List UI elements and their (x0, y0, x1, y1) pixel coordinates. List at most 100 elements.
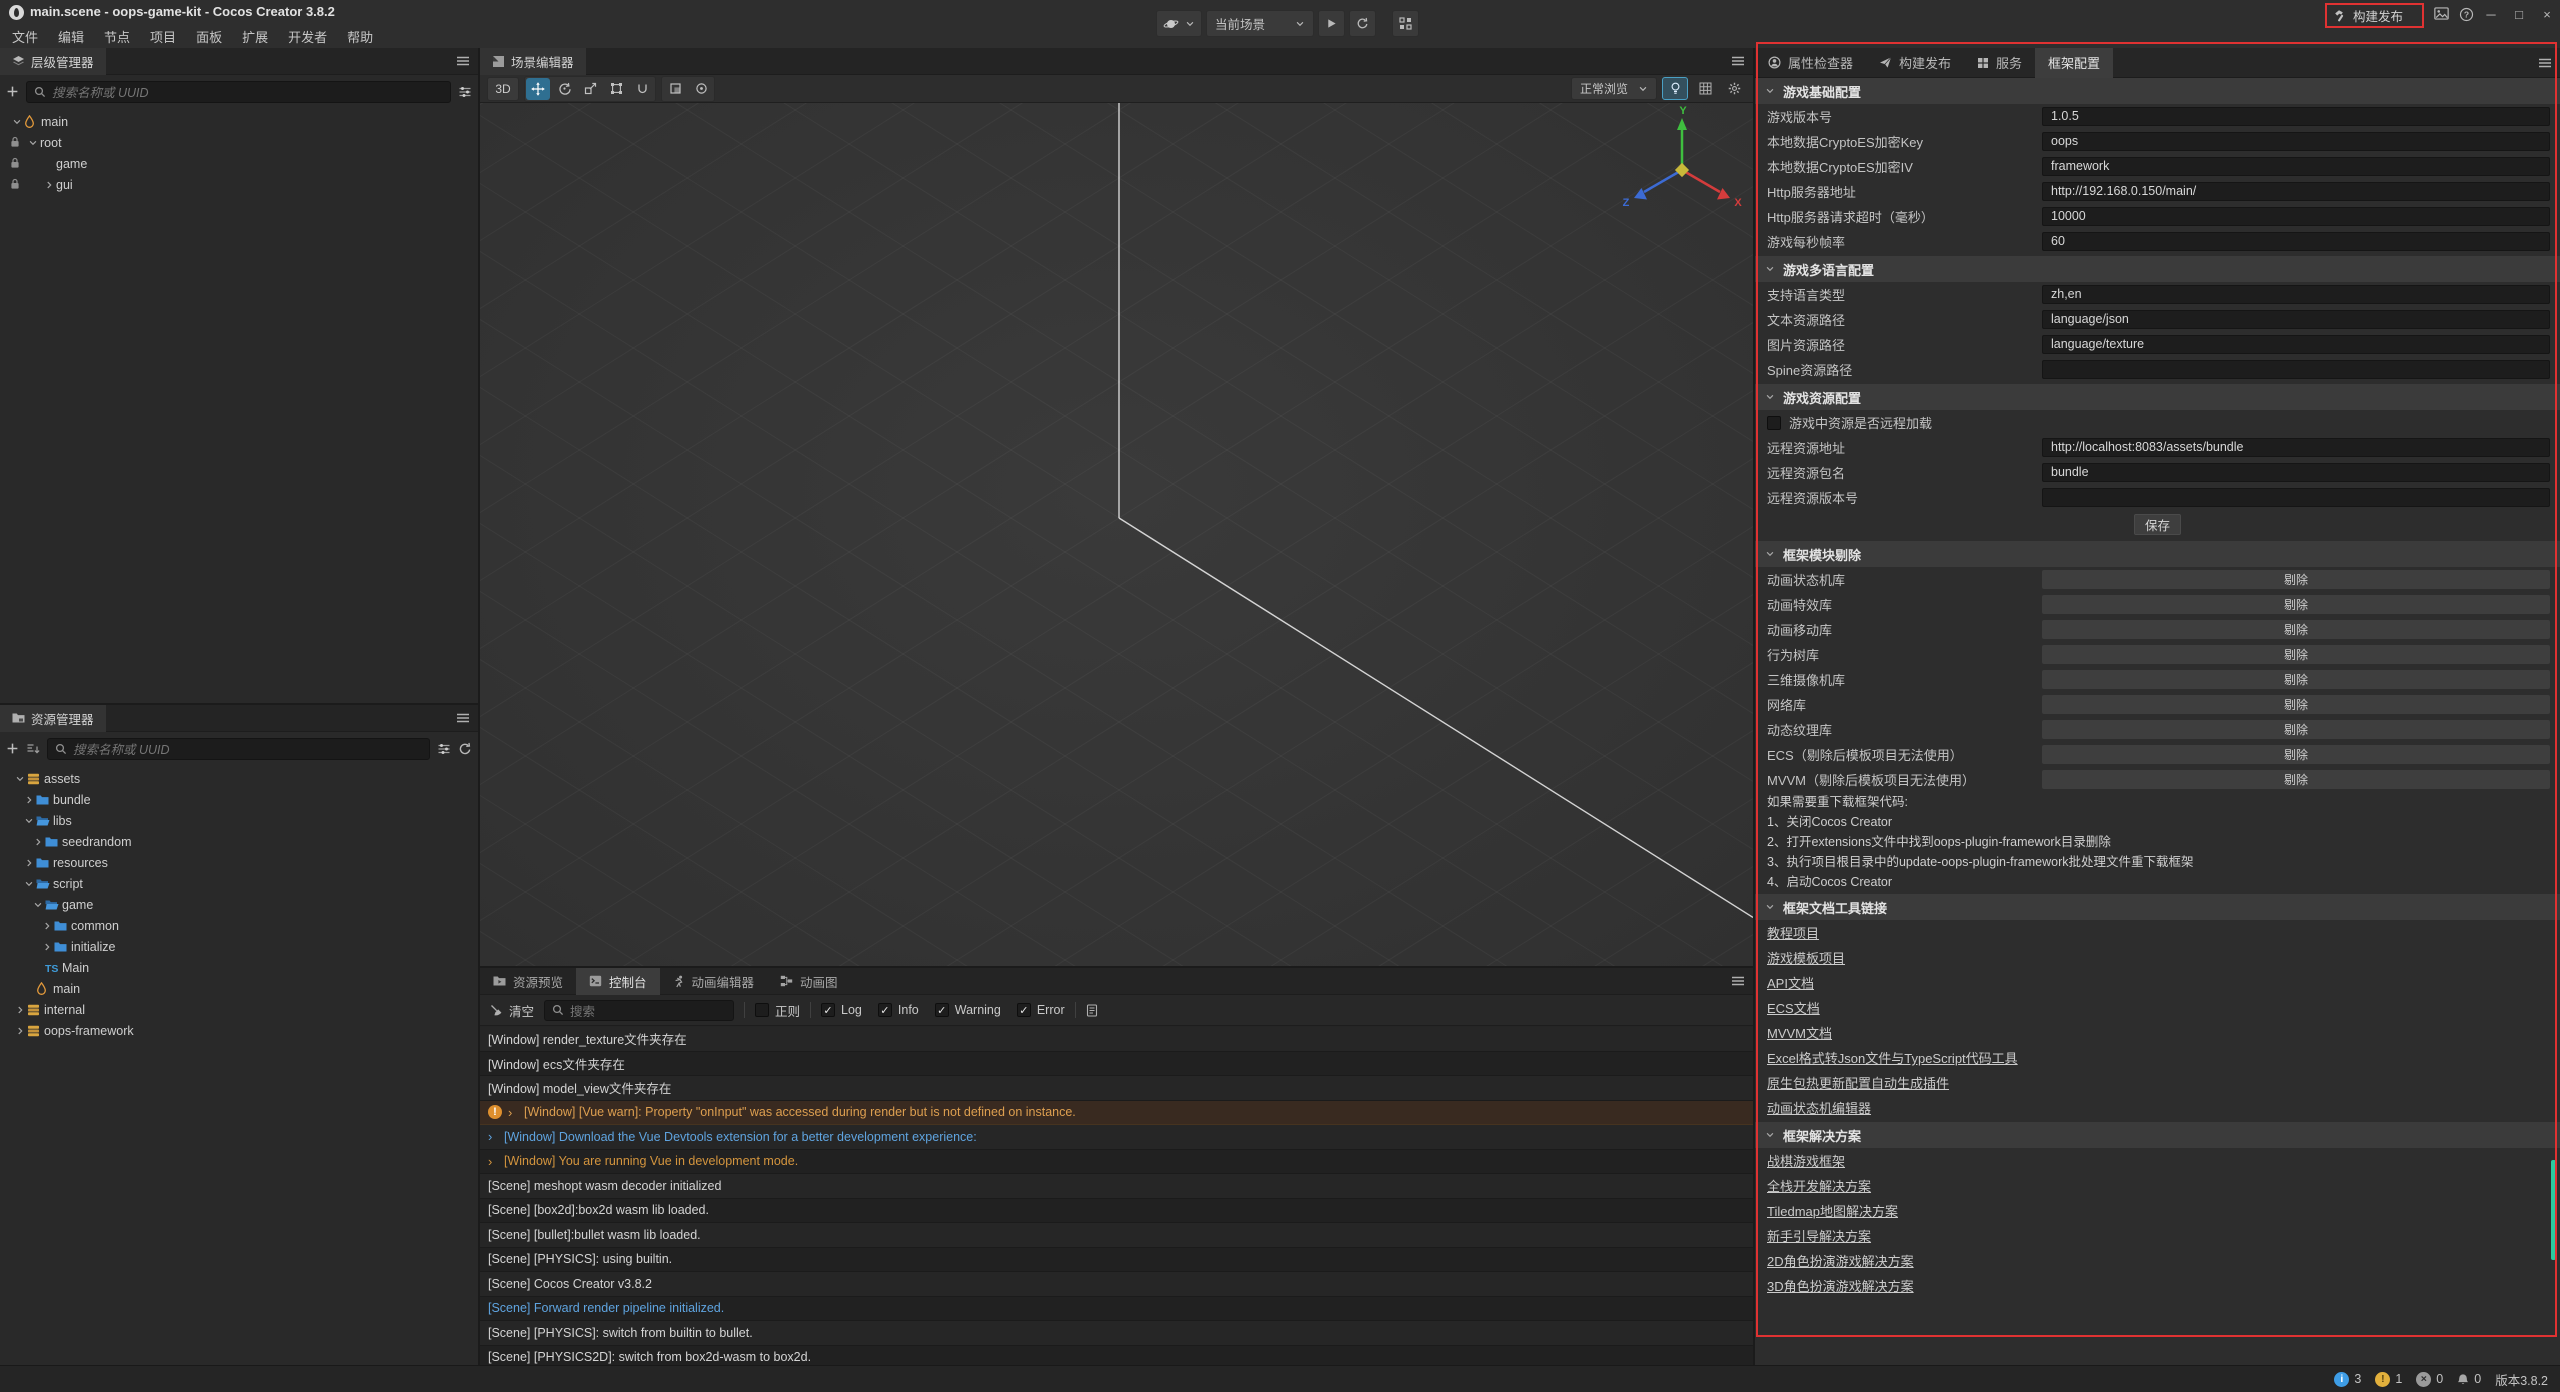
field-input[interactable]: http://192.168.0.150/main/ (2042, 182, 2550, 201)
add-node-button[interactable] (6, 85, 19, 98)
module-remove-button[interactable]: 剔除 (2042, 570, 2550, 589)
console-log-row[interactable]: [Scene] [bullet]:bullet wasm lib loaded. (480, 1223, 1753, 1248)
module-remove-button[interactable]: 剔除 (2042, 670, 2550, 689)
close-button[interactable]: × (2534, 2, 2560, 26)
console-menu-icon[interactable] (1731, 975, 1745, 987)
tree-node-libs[interactable]: libs (0, 810, 478, 831)
chevron-right-icon[interactable] (24, 795, 34, 805)
toggle-3d-button[interactable]: 3D (487, 77, 519, 101)
filter-error[interactable]: ✓Error (1017, 1003, 1065, 1017)
tab-动画编辑器[interactable]: 动画编辑器 (660, 968, 768, 995)
move-tool-button[interactable] (526, 78, 550, 100)
assets-menu-icon[interactable] (456, 712, 470, 724)
regex-checkbox-box[interactable] (755, 1003, 769, 1017)
tab-构建发布[interactable]: 构建发布 (1866, 48, 1964, 78)
doc-link[interactable]: 原生包热更新配置自动生成插件 (1767, 1073, 1949, 1092)
scene-grid-toggle[interactable] (1693, 78, 1717, 100)
sort-assets-icon[interactable] (26, 743, 40, 755)
doc-link[interactable]: 全栈开发解决方案 (1767, 1176, 1871, 1195)
menu-项目[interactable]: 项目 (140, 25, 186, 48)
field-input[interactable] (2042, 488, 2550, 507)
module-remove-button[interactable]: 剔除 (2042, 770, 2550, 789)
status-notifications[interactable]: 0 (2457, 1372, 2481, 1386)
field-input[interactable]: zh,en (2042, 285, 2550, 304)
tab-hierarchy[interactable]: 层级管理器 (0, 48, 106, 75)
tree-node-bundle[interactable]: bundle (0, 789, 478, 810)
tree-node-game[interactable]: game (0, 894, 478, 915)
collapse-log-icon[interactable] (1086, 1004, 1098, 1017)
doc-link[interactable]: ECS文档 (1767, 998, 1820, 1017)
doc-link[interactable]: Excel格式转Json文件与TypeScript代码工具 (1767, 1048, 2018, 1067)
rect-tool-button[interactable] (604, 78, 628, 100)
tree-node-resources[interactable]: resources (0, 852, 478, 873)
rotate-tool-button[interactable] (552, 78, 576, 100)
tree-node-game[interactable]: game (0, 153, 478, 174)
field-input[interactable]: bundle (2042, 463, 2550, 482)
console-log-row[interactable]: [Scene] Forward render pipeline initiali… (480, 1297, 1753, 1322)
tree-node-gui[interactable]: gui (0, 174, 478, 195)
console-log-row[interactable]: [Window] render_texture文件夹存在 (480, 1027, 1753, 1052)
tab-scene-editor[interactable]: 场景编辑器 (480, 48, 586, 75)
hierarchy-filter-icon[interactable] (458, 86, 472, 98)
chevron-down-icon[interactable] (28, 138, 38, 148)
field-input[interactable]: oops (2042, 132, 2550, 151)
filter-warning[interactable]: ✓Warning (935, 1003, 1001, 1017)
doc-link[interactable]: 3D角色扮演游戏解决方案 (1767, 1276, 1914, 1295)
section-header[interactable]: 框架模块剔除 (1755, 541, 2560, 567)
console-search-input[interactable]: 搜索 (544, 1000, 734, 1021)
doc-link[interactable]: 动画状态机编辑器 (1767, 1098, 1871, 1117)
tab-服务[interactable]: 服务 (1964, 48, 2035, 78)
assets-filter-icon[interactable] (437, 743, 451, 755)
chevron-right-icon[interactable] (44, 180, 54, 190)
field-input[interactable] (2042, 360, 2550, 379)
console-log-row[interactable]: [Window] model_view文件夹存在 (480, 1076, 1753, 1101)
chevron-down-icon[interactable] (24, 816, 34, 826)
menu-文件[interactable]: 文件 (2, 25, 48, 48)
tree-node-assets[interactable]: assets (0, 768, 478, 789)
section-header[interactable]: 游戏基础配置 (1755, 78, 2560, 104)
menu-帮助[interactable]: 帮助 (337, 25, 383, 48)
scene-settings-gear-icon[interactable] (1722, 78, 1746, 100)
remote-load-checkbox[interactable] (1767, 416, 1781, 430)
filter-log[interactable]: ✓Log (821, 1003, 862, 1017)
menu-编辑[interactable]: 编辑 (48, 25, 94, 48)
status-info-counter[interactable]: i 3 (2334, 1372, 2361, 1387)
field-input[interactable]: 60 (2042, 232, 2550, 251)
add-asset-button[interactable] (6, 742, 19, 755)
chevron-right-icon[interactable] (24, 858, 34, 868)
tree-node-initialize[interactable]: initialize (0, 936, 478, 957)
menu-开发者[interactable]: 开发者 (278, 25, 337, 48)
status-error-counter[interactable]: × 0 (2416, 1372, 2443, 1387)
inspector-scrollbar-thumb[interactable] (2551, 1160, 2556, 1260)
section-header[interactable]: 框架解决方案 (1755, 1122, 2560, 1148)
tree-node-internal[interactable]: internal (0, 999, 478, 1020)
doc-link[interactable]: MVVM文档 (1767, 1023, 1832, 1042)
expand-log-icon[interactable]: › (488, 1129, 498, 1144)
section-header[interactable]: 游戏资源配置 (1755, 384, 2560, 410)
coordinate-space-button[interactable] (689, 78, 713, 100)
tab-框架配置[interactable]: 框架配置 (2035, 48, 2113, 78)
field-input[interactable]: language/json (2042, 310, 2550, 329)
console-clear-button[interactable]: 清空 (490, 1001, 534, 1020)
scene-viewport[interactable]: Y X Z (480, 103, 1753, 966)
console-log-row[interactable]: ›[Window] You are running Vue in develop… (480, 1150, 1753, 1175)
scene-menu-icon[interactable] (1731, 55, 1745, 67)
section-header[interactable]: 框架文档工具链接 (1755, 894, 2560, 920)
console-log-row[interactable]: [Scene] [box2d]:box2d wasm lib loaded. (480, 1199, 1753, 1224)
tree-node-oops-framework[interactable]: oops-framework (0, 1020, 478, 1041)
scale-tool-button[interactable] (578, 78, 602, 100)
pivot-position-button[interactable] (663, 78, 687, 100)
chevron-right-icon[interactable] (15, 1026, 25, 1036)
field-input[interactable]: 1.0.5 (2042, 107, 2550, 126)
module-remove-button[interactable]: 剔除 (2042, 645, 2550, 664)
field-input[interactable]: http://localhost:8083/assets/bundle (2042, 438, 2550, 457)
chevron-down-icon[interactable] (15, 774, 25, 784)
tree-node-root[interactable]: root (0, 132, 478, 153)
tree-node-script[interactable]: script (0, 873, 478, 894)
reload-button[interactable] (1349, 10, 1376, 37)
tree-node-seedrandom[interactable]: seedrandom (0, 831, 478, 852)
minimize-button[interactable]: ─ (2478, 2, 2504, 26)
console-log-row[interactable]: [Scene] [PHYSICS]: switch from builtin t… (480, 1321, 1753, 1346)
view-mode-dropdown[interactable]: 正常浏览 (1571, 77, 1657, 100)
tab-资源预览[interactable]: 资源预览 (480, 968, 576, 995)
